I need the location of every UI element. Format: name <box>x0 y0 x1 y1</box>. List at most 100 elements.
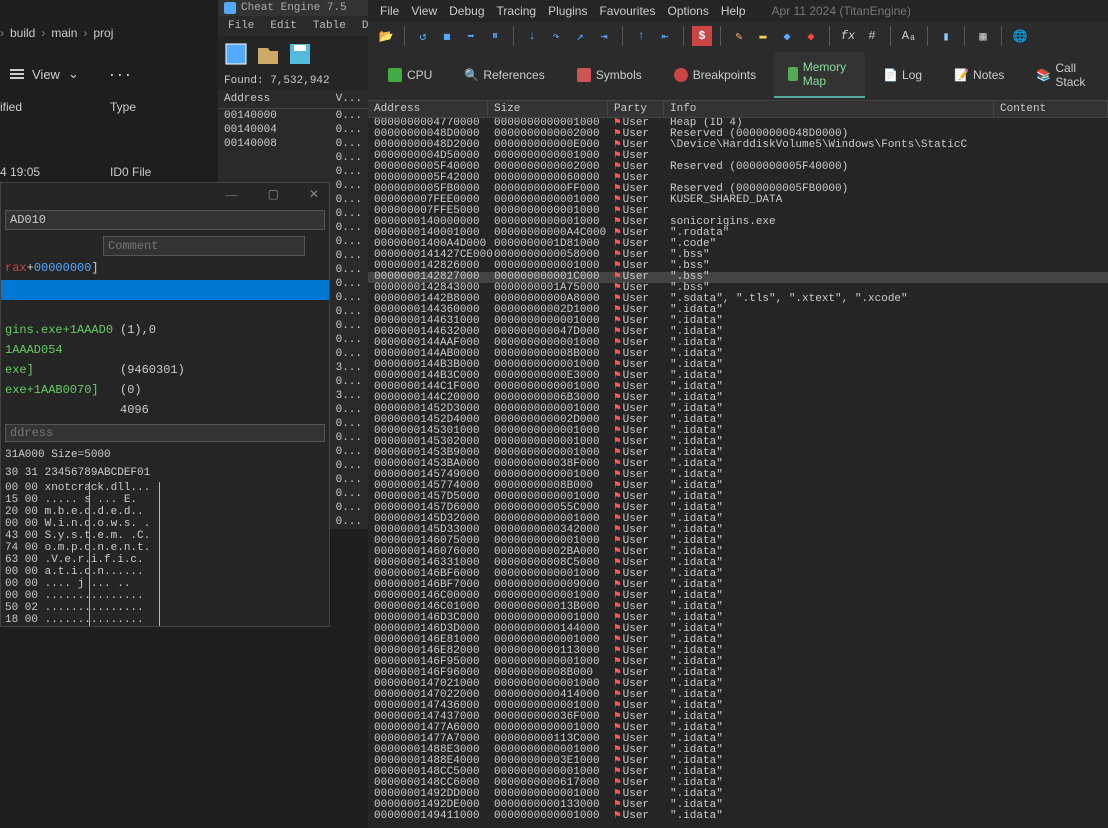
col-info[interactable]: Info <box>664 101 994 117</box>
breadcrumb-item[interactable]: proj <box>93 26 113 40</box>
col-modified: ified <box>0 100 70 114</box>
ce-scan-row[interactable]: 001400000... <box>218 109 368 123</box>
tab-log[interactable]: 📄Log <box>869 52 936 98</box>
tab-callstack[interactable]: 📚Call Stack <box>1022 52 1102 98</box>
window-controls: — ▢ ✕ <box>1 183 329 206</box>
col-address[interactable]: Address <box>368 101 488 117</box>
asm-entry[interactable]: exe+1AAB0070](0) <box>1 380 329 400</box>
text-icon[interactable]: Aₐ <box>899 26 919 46</box>
tab-symbols[interactable]: Symbols <box>563 52 656 98</box>
bookmark-icon[interactable]: ◆ <box>777 26 797 46</box>
memory-map-header: Address Size Party Info Content <box>368 101 1108 118</box>
open-button[interactable] <box>253 39 283 69</box>
file-row[interactable]: 4 19:05 ID0 File <box>0 165 151 179</box>
step-into-icon[interactable]: ↓ <box>522 26 542 46</box>
run-to-icon[interactable]: ⇥ <box>594 26 614 46</box>
menu-file[interactable]: File <box>380 4 399 18</box>
memory-icon <box>788 67 798 81</box>
menu-plugins[interactable]: Plugins <box>548 4 587 18</box>
selection-bar[interactable] <box>1 280 329 300</box>
menu-tracing[interactable]: Tracing <box>497 4 537 18</box>
save-button[interactable] <box>285 39 315 69</box>
comment-icon[interactable]: ▬ <box>753 26 773 46</box>
ce-scan-row[interactable]: 001400040... <box>218 123 368 137</box>
memory-row[interactable]: 00000001494110000000000000001000⚑User".i… <box>368 811 1108 822</box>
trace-over-icon[interactable]: ⇤ <box>655 26 675 46</box>
stop-icon[interactable]: ◼ <box>437 26 457 46</box>
scylla-icon[interactable]: ▦ <box>973 26 993 46</box>
breadcrumb-item[interactable]: main <box>51 26 77 40</box>
file-date: 4 19:05 <box>0 165 70 179</box>
tab-memory-map[interactable]: Memory Map <box>774 52 865 98</box>
notes-icon: 📝 <box>954 68 968 82</box>
ce-scan-row[interactable]: 0... <box>218 165 368 179</box>
process-button[interactable] <box>221 39 251 69</box>
hex-line[interactable]: 63 00 .V.e.r.i.f.i.c. <box>1 554 329 566</box>
goto-address-input[interactable] <box>5 424 325 442</box>
col-address: Address <box>224 93 332 105</box>
pause-icon[interactable]: ⏸ <box>485 26 505 46</box>
modules-icon[interactable]: ▮ <box>936 26 956 46</box>
hex-line[interactable]: 00 00 .... j ... .. <box>1 578 329 590</box>
hex-line[interactable]: 00 00 W.i.n.d.o.w.s. . <box>1 518 329 530</box>
tab-references[interactable]: 🔍References <box>450 52 558 98</box>
breadcrumb-item[interactable]: build <box>10 26 35 40</box>
menu-favourites[interactable]: Favourites <box>599 4 655 18</box>
tab-notes[interactable]: 📝Notes <box>940 52 1018 98</box>
step-over-icon[interactable]: ↷ <box>546 26 566 46</box>
patches-icon[interactable]: $ <box>692 26 712 46</box>
memory-map-body[interactable]: 00000000047700000000000000001000⚑UserHea… <box>368 118 1108 828</box>
fx-icon[interactable]: fx <box>838 26 858 46</box>
hex-line[interactable]: 50 02 ............... <box>1 602 329 614</box>
hash-icon[interactable]: # <box>862 26 882 46</box>
maximize-icon[interactable]: ▢ <box>268 187 279 202</box>
open-icon[interactable]: 📂 <box>376 26 396 46</box>
hex-line[interactable]: 74 00 o.m.p.o.n.e.n.t. <box>1 542 329 554</box>
menu-debug[interactable]: Debug <box>449 4 484 18</box>
globe-icon[interactable]: 🌐 <box>1010 26 1030 46</box>
asm-entry[interactable]: 1AAAD054 <box>1 340 329 360</box>
comment-input[interactable] <box>103 236 305 256</box>
col-content[interactable]: Content <box>994 101 1108 117</box>
hamburger-icon <box>10 69 24 79</box>
address-input[interactable] <box>5 210 325 230</box>
hex-line[interactable]: 20 00 m.b.e.d.d.e.d.. <box>1 506 329 518</box>
app-icon <box>224 2 236 14</box>
ce-scan-row[interactable]: 001400080... <box>218 137 368 151</box>
close-icon[interactable]: ✕ <box>309 187 319 202</box>
col-party[interactable]: Party <box>608 101 664 117</box>
hex-line[interactable]: 15 00 ..... s ... E. <box>1 494 329 506</box>
cpu-icon <box>388 68 402 82</box>
view-dropdown[interactable]: View ⌄ <box>0 60 89 88</box>
menu-options[interactable]: Options <box>667 4 708 18</box>
menu-file[interactable]: File <box>222 18 260 34</box>
hex-line[interactable]: 00 00 ............... <box>1 590 329 602</box>
menu-help[interactable]: Help <box>721 4 746 18</box>
tab-breakpoints[interactable]: Breakpoints <box>660 52 770 98</box>
chevron-icon: › <box>0 26 4 40</box>
hex-line[interactable]: 18 00 ............... <box>1 614 329 626</box>
hex-line[interactable]: 00 00 a.t.i.o.n...... <box>1 566 329 578</box>
asm-entry[interactable]: exe](9460301) <box>1 360 329 380</box>
menu-table[interactable]: Table <box>307 18 352 34</box>
restart-icon[interactable]: ↺ <box>413 26 433 46</box>
hex-line[interactable]: 00 00 xnotcrack.dll... <box>1 482 329 494</box>
menu-view[interactable]: View <box>411 4 437 18</box>
pencil-icon[interactable]: ✎ <box>729 26 749 46</box>
asm-entry[interactable]: gins.exe+1AAAD0(1),0 <box>1 320 329 340</box>
menu-edit[interactable]: Edit <box>264 18 302 34</box>
ce-scan-row[interactable]: 0... <box>218 151 368 165</box>
col-size[interactable]: Size <box>488 101 608 117</box>
step-out-icon[interactable]: ↗ <box>570 26 590 46</box>
asm-entry[interactable]: 4096 <box>1 400 329 420</box>
hex-line[interactable]: 43 00 S.y.s.t.e.m. .C. <box>1 530 329 542</box>
trace-into-icon[interactable]: ↑ <box>631 26 651 46</box>
clear-icon[interactable]: ◆ <box>801 26 821 46</box>
more-menu[interactable]: ··· <box>109 64 133 85</box>
symbols-icon <box>577 68 591 82</box>
minimize-icon[interactable]: — <box>226 187 238 202</box>
tab-cpu[interactable]: CPU <box>374 52 446 98</box>
engine-date: Apr 11 2024 (TitanEngine) <box>772 4 911 18</box>
col-value: V... <box>332 93 362 105</box>
run-icon[interactable]: ➡ <box>461 26 481 46</box>
